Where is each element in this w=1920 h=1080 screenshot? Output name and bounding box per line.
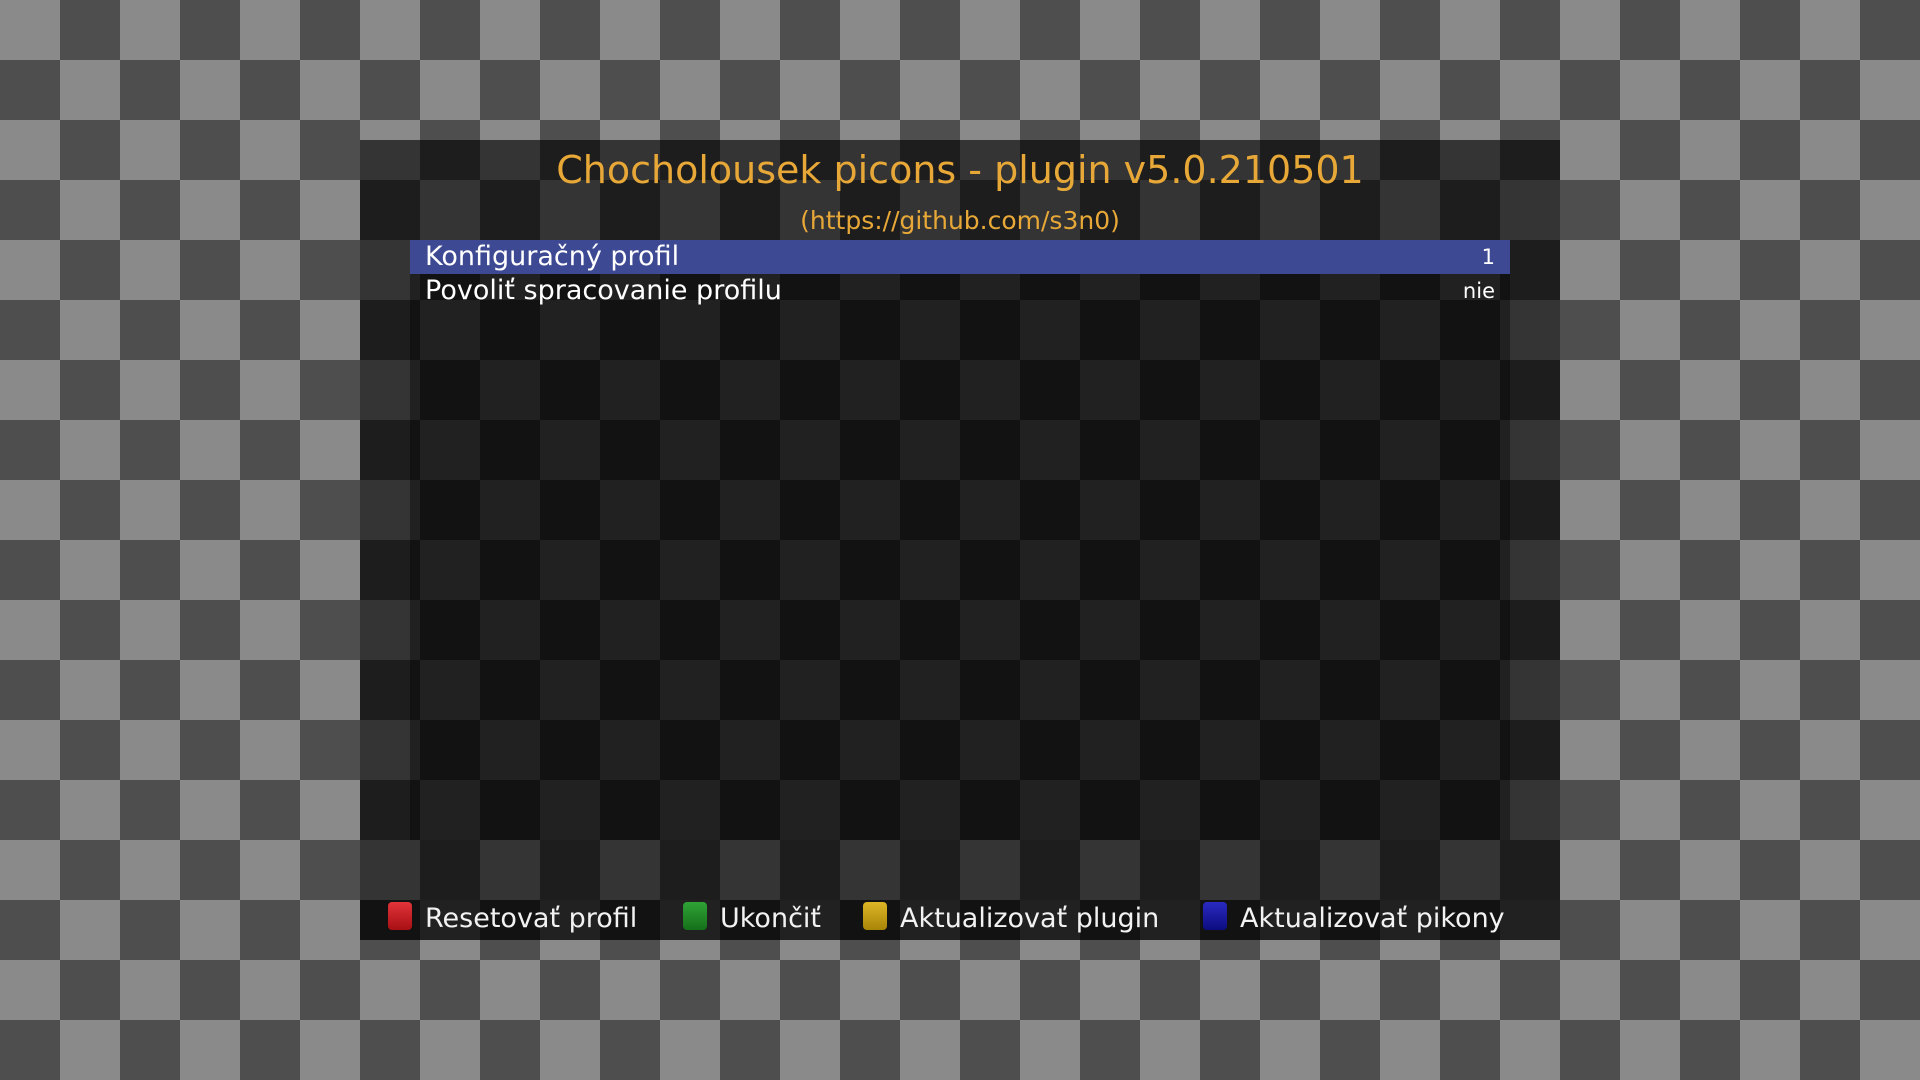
green-key-icon: [683, 902, 707, 930]
page-title: Chocholousek picons - plugin v5.0.210501: [556, 148, 1364, 192]
setting-row-config-profile[interactable]: Konfiguračný profil 1: [410, 240, 1510, 274]
setting-value[interactable]: nie: [1463, 274, 1495, 308]
red-key-label: Resetovať profil: [425, 903, 638, 934]
yellow-key-label: Aktualizovať plugin: [900, 903, 1160, 934]
setting-row-enable-profile[interactable]: Povoliť spracovanie profilu nie: [410, 274, 1510, 308]
yellow-key-icon: [863, 902, 887, 930]
green-key-label: Ukončiť: [720, 903, 821, 934]
setting-label: Konfiguračný profil: [425, 241, 680, 272]
settings-list: Konfiguračný profil 1 Povoliť spracovani…: [410, 240, 1510, 840]
setting-label: Povoliť spracovanie profilu: [425, 275, 782, 306]
color-key-bar: Resetovať profil Ukončiť Aktualizovať pl…: [360, 900, 1560, 940]
page-subtitle-url: (https://github.com/s3n0): [800, 206, 1120, 235]
blue-key-label: Aktualizovať pikony: [1240, 903, 1505, 934]
blue-key-icon: [1203, 902, 1227, 930]
setting-value[interactable]: 1: [1482, 240, 1495, 274]
red-key-icon: [388, 902, 412, 930]
